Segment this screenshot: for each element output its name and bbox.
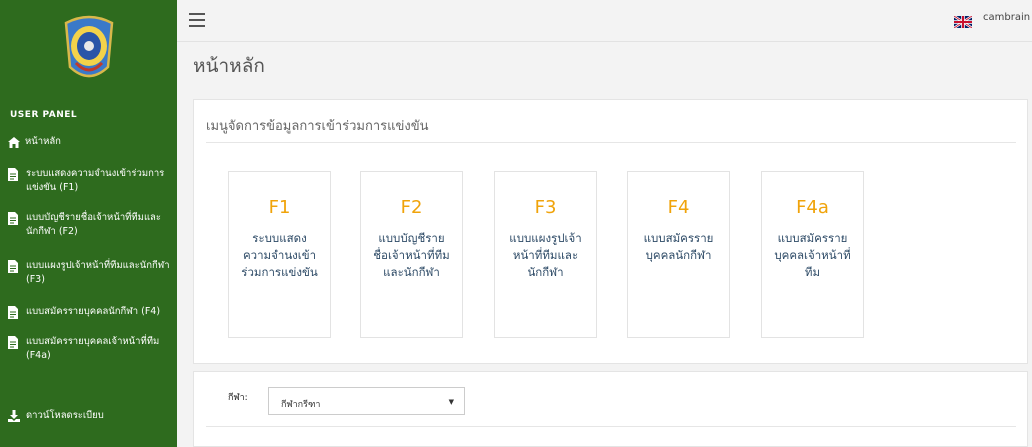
tile-label: แบบสมัครรายบุคคลเจ้าหน้าที่ทีม <box>774 231 851 279</box>
tile-f3[interactable]: F3 แบบแผงรูปเจ้าหน้าที่ทีมและนักกีฬา <box>494 171 597 338</box>
sport-filter-label: กีฬา: <box>228 393 248 403</box>
sidebar-item-f4[interactable]: แบบสมัครรายบุคคลนักกีฬา (F4) <box>0 305 177 319</box>
sport-select[interactable]: กีฬากรีฑา ▼ <box>268 387 465 415</box>
tile-code: F4a <box>796 197 829 218</box>
menu-card: เมนูจัดการข้อมูลการเข้าร่วมการแข่งขัน F1… <box>193 99 1028 364</box>
sidebar-item-label: แบบบัญชีรายชื่อเจ้าหน้าที่ทีมและนักกีฬา … <box>26 212 161 237</box>
sidebar-item-label: แบบแผงรูปเจ้าหน้าที่ทีมและนักกีฬา (F3) <box>26 260 170 285</box>
logo <box>0 0 177 100</box>
tile-f2[interactable]: F2 แบบบัญชีรายชื่อเจ้าหน้าที่ทีมและนักกี… <box>360 171 463 338</box>
uk-flag-icon[interactable] <box>953 13 973 32</box>
tile-code: F2 <box>400 197 423 218</box>
sidebar-item-download[interactable]: ดาวน์โหลดระเบียบ <box>0 409 177 423</box>
tile-f4[interactable]: F4 แบบสมัครรายบุคคลนักกีฬา <box>627 171 730 338</box>
sidebar-item-f2[interactable]: แบบบัญชีรายชื่อเจ้าหน้าที่ทีมและนักกีฬา … <box>0 211 177 239</box>
tile-f4a[interactable]: F4a แบบสมัครรายบุคคลเจ้าหน้าที่ทีม <box>761 171 864 338</box>
tile-code: F4 <box>667 197 690 218</box>
sidebar-item-f3[interactable]: แบบแผงรูปเจ้าหน้าที่ทีมและนักกีฬา (F3) <box>0 259 177 287</box>
sidebar-item-f4a[interactable]: แบบสมัครรายบุคคลเจ้าหน้าที่ทีม (F4a) <box>0 335 177 363</box>
download-icon <box>8 409 20 423</box>
home-icon <box>8 135 20 149</box>
tile-label: แบบแผงรูปเจ้าหน้าที่ทีมและนักกีฬา <box>509 231 582 279</box>
top-bar: cambrain ⌄ <box>177 0 1032 42</box>
tile-label: ระบบแสดงความจำนงเข้าร่วมการแข่งขัน <box>241 231 318 279</box>
sidebar-item-label: แบบสมัครรายบุคคลนักกีฬา (F4) <box>26 306 161 317</box>
tile-label: แบบบัญชีรายชื่อเจ้าหน้าที่ทีมและนักกีฬา <box>373 231 450 279</box>
sidebar-item-label: ระบบแสดงความจำนงเข้าร่วมการแข่งขัน (F1) <box>26 168 165 193</box>
document-icon <box>8 335 20 349</box>
emblem-icon <box>64 15 113 78</box>
sidebar-item-label: ดาวน์โหลดระเบียบ <box>26 410 104 421</box>
tile-code: F1 <box>268 197 291 218</box>
divider <box>206 426 1016 427</box>
user-panel-title: USER PANEL <box>10 110 78 120</box>
sidebar: USER PANEL หน้าหลัก ระบบแสดงความจำนงเข้า… <box>0 0 177 447</box>
sidebar-item-label: หน้าหลัก <box>25 136 61 147</box>
tile-label: แบบสมัครรายบุคคลนักกีฬา <box>643 231 714 262</box>
sidebar-item-home[interactable]: หน้าหลัก <box>0 135 67 149</box>
page-title: หน้าหลัก <box>193 55 265 77</box>
tile-code: F3 <box>534 197 557 218</box>
tile-f1[interactable]: F1 ระบบแสดงความจำนงเข้าร่วมการแข่งขัน <box>228 171 331 338</box>
menu-card-title: เมนูจัดการข้อมูลการเข้าร่วมการแข่งขัน <box>206 119 429 134</box>
user-name: cambrain <box>983 12 1031 23</box>
document-icon <box>8 211 20 225</box>
hamburger-menu-icon[interactable] <box>189 13 205 31</box>
document-icon <box>8 305 20 319</box>
sidebar-item-f1[interactable]: ระบบแสดงความจำนงเข้าร่วมการแข่งขัน (F1) <box>0 167 177 195</box>
document-icon <box>8 167 20 181</box>
filter-card: กีฬา: กีฬากรีฑา ▼ <box>193 371 1028 447</box>
divider <box>206 142 1016 143</box>
user-menu[interactable]: cambrain ⌄ <box>983 12 1032 23</box>
sidebar-item-label: แบบสมัครรายบุคคลเจ้าหน้าที่ทีม (F4a) <box>26 336 160 361</box>
dropdown-caret-icon: ▼ <box>448 398 454 406</box>
document-icon <box>8 259 20 273</box>
sport-select-value: กีฬากรีฑา <box>281 400 321 410</box>
